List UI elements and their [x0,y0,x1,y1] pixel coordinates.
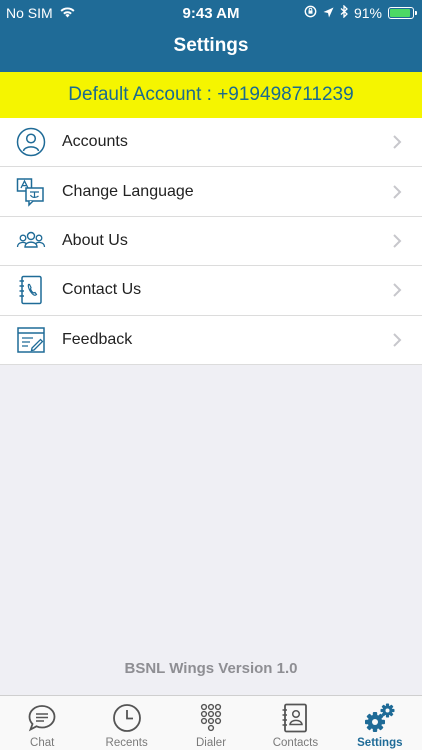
menu-item-contact-us[interactable]: Contact Us [0,266,422,316]
menu-item-label: Feedback [62,330,133,348]
tab-label: Chat [30,737,55,749]
tab-dialer[interactable]: Dialer [169,696,253,750]
settings-menu: Accounts Change Language About Us Contac… [0,118,422,365]
menu-item-label: Change Language [62,182,194,200]
battery-percent: 91% [353,5,382,21]
phone-book-icon [16,275,46,305]
chevron-right-icon [382,132,412,152]
orientation-lock-icon [304,5,317,21]
app-header: No SIM 9:43 AM 91% Settings [0,0,422,72]
chevron-right-icon [382,182,412,202]
tab-recents[interactable]: Recents [84,696,168,750]
chevron-right-icon [382,231,412,251]
clock-icon [111,702,143,734]
contacts-icon [279,702,311,734]
keypad-icon [195,702,227,734]
tab-label: Recents [105,737,148,749]
tab-bar: Chat Recents Dialer Contacts Settings [0,695,422,750]
default-account-banner: Default Account : +919498711239 [0,72,422,118]
language-icon [16,177,46,207]
menu-item-about-us[interactable]: About Us [0,217,422,267]
chevron-right-icon [382,280,412,300]
status-bar: No SIM 9:43 AM 91% [0,0,422,26]
group-icon [16,226,46,256]
menu-item-accounts[interactable]: Accounts [0,118,422,168]
gears-icon [364,702,396,734]
feedback-form-icon [16,325,46,355]
battery-icon [388,7,417,19]
user-circle-icon [16,127,46,157]
location-arrow-icon [323,5,334,21]
page-title: Settings [173,35,249,56]
tab-settings[interactable]: Settings [338,696,422,750]
version-label: BSNL Wings Version 1.0 [124,660,298,677]
bluetooth-icon [340,4,348,21]
menu-item-label: Accounts [62,133,128,151]
tab-chat[interactable]: Chat [0,696,84,750]
menu-item-label: Contact Us [62,281,142,299]
chat-bubble-icon [26,702,58,734]
tab-label: Settings [357,737,403,749]
chevron-right-icon [382,330,412,350]
menu-item-label: About Us [62,231,128,249]
tab-contacts[interactable]: Contacts [253,696,337,750]
tab-label: Dialer [195,737,227,749]
menu-item-feedback[interactable]: Feedback [0,316,422,365]
tab-label: Contacts [272,737,319,749]
menu-item-change-language[interactable]: Change Language [0,167,422,217]
